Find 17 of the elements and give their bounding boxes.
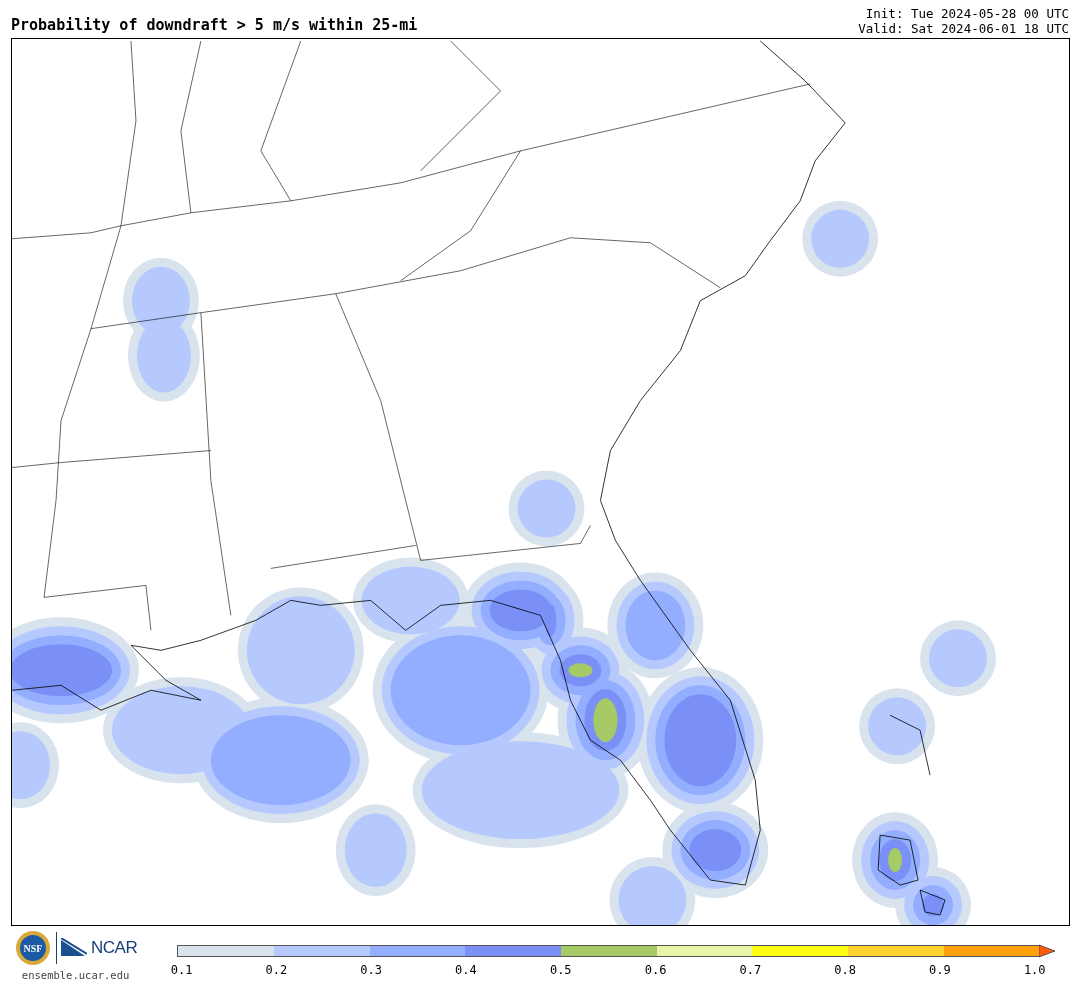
colorbar-tick-label: 0.3: [360, 963, 382, 977]
colorbar-tick-label: 0.2: [265, 963, 288, 977]
nsf-logo-icon: NSF: [14, 930, 52, 966]
init-time: Init: Tue 2024-05-28 00 UTC: [864, 6, 1069, 21]
colorbar-tick-label: 1.0: [1023, 963, 1046, 977]
colorbar-tick-label: 0.7: [739, 963, 762, 977]
valid-time: Valid: Sat 2024-06-01 18 UTC: [858, 21, 1069, 36]
ncar-logo-icon: [61, 938, 87, 958]
ncar-logo-text: NCAR: [91, 937, 138, 960]
colorbar-tick-label: 0.1: [170, 963, 193, 977]
map-title: Probability of downdraft > 5 m/s within 25-mi: [11, 15, 418, 36]
website-url: ensemble.ucar.edu: [21, 968, 130, 983]
colorbar-tick-label: 0.5: [549, 963, 572, 977]
colorbar-tick-label: 0.6: [644, 963, 667, 977]
colorbar-tick-label: 0.9: [929, 963, 951, 977]
colorbar-tick-label: 0.4: [455, 963, 477, 977]
colorbar-tick-label: 0.8: [834, 963, 856, 977]
